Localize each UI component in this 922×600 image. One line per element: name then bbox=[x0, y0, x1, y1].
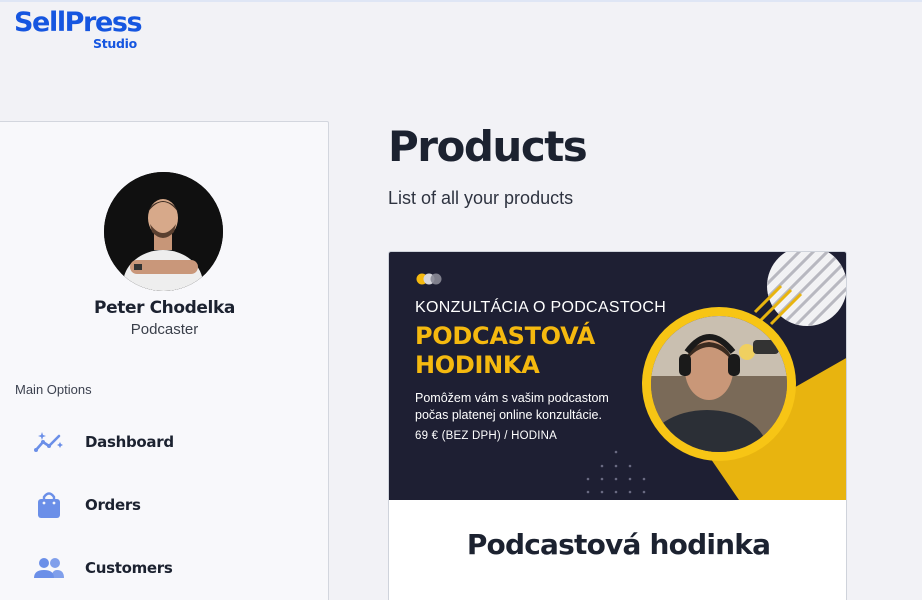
profile-name: Peter Chodelka bbox=[94, 298, 235, 318]
brand-logo[interactable]: SellPress Studio bbox=[14, 7, 143, 52]
sidebar-item-label: Customers bbox=[85, 559, 173, 577]
profile-avatar[interactable] bbox=[104, 172, 223, 291]
page-title: Products bbox=[388, 122, 588, 171]
banner-kicker: KONZULTÁCIA O PODCASTOCH bbox=[415, 299, 667, 316]
top-edge bbox=[0, 0, 922, 2]
main-options-label: Main Options bbox=[15, 382, 92, 397]
profile-role: Podcaster bbox=[130, 321, 199, 338]
banner-description: Pomôžem vám s vašim podcastom počas plat… bbox=[415, 391, 609, 422]
page-subtitle: List of all your products bbox=[388, 188, 574, 208]
banner-price: 69 € (BEZ DPH) / HODINA bbox=[415, 430, 557, 442]
dashboard-sparkle-chart-icon bbox=[29, 424, 69, 460]
sidebar-item-orders[interactable]: Orders bbox=[29, 487, 309, 523]
product-banner-image: KONZULTÁCIA O PODCASTOCH PODCASTOVÁ HODI… bbox=[389, 252, 846, 500]
sidebar: Peter Chodelka Podcaster Main Options Da… bbox=[0, 121, 329, 600]
users-icon bbox=[29, 550, 69, 586]
person-photo-icon bbox=[104, 172, 223, 291]
shopping-bag-icon bbox=[29, 487, 69, 523]
sidebar-item-dashboard[interactable]: Dashboard bbox=[29, 424, 309, 460]
product-name[interactable]: Podcastová hodinka bbox=[389, 528, 846, 561]
product-card[interactable]: KONZULTÁCIA O PODCASTOCH PODCASTOVÁ HODI… bbox=[388, 251, 847, 600]
sidebar-item-label: Dashboard bbox=[85, 433, 174, 451]
brand-subtitle: Studio bbox=[93, 36, 137, 51]
sidebar-item-customers[interactable]: Customers bbox=[29, 550, 309, 586]
brand-name: SellPress bbox=[14, 7, 143, 38]
banner-title: PODCASTOVÁ HODINKA bbox=[415, 322, 596, 379]
sidebar-item-label: Orders bbox=[85, 496, 141, 514]
